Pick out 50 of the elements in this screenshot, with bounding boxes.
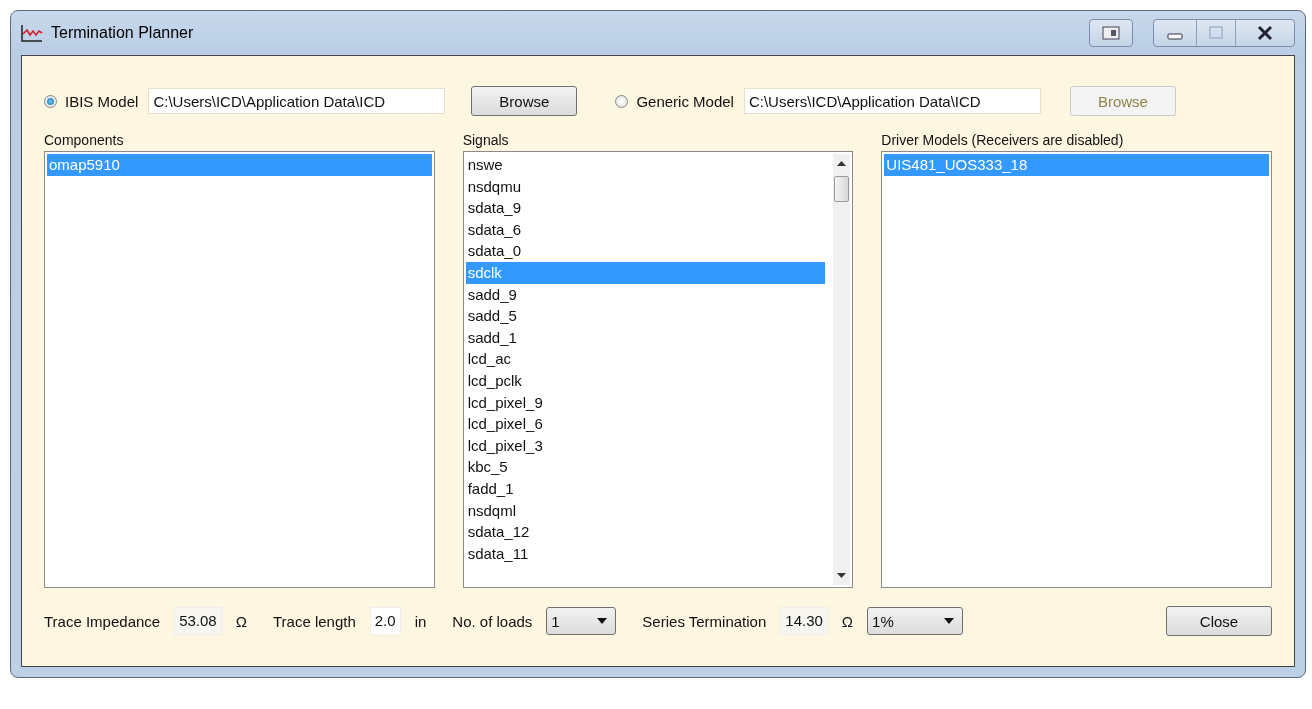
- radio-button[interactable]: [615, 94, 629, 108]
- list-item[interactable]: nsdqml: [465, 499, 826, 522]
- radio-button[interactable]: [44, 94, 57, 108]
- scroll-down-icon[interactable]: [837, 573, 847, 579]
- field-label: Series Termination: [642, 612, 767, 630]
- list-item[interactable]: sdata_9: [465, 197, 826, 219]
- list-title: Components: [44, 132, 124, 148]
- scroll-up-icon[interactable]: [837, 160, 847, 166]
- field-label: Trace length: [272, 612, 356, 630]
- number-field[interactable]: 53.08: [174, 607, 222, 635]
- dropdown-arrow-icon: [944, 618, 955, 624]
- list-title: Signals: [462, 132, 509, 148]
- dropdown-arrow-icon: [597, 618, 608, 624]
- dropdown[interactable]: 1%: [867, 607, 964, 635]
- list-item[interactable]: sadd_1: [465, 326, 826, 349]
- list-item[interactable]: sadd_9: [465, 283, 826, 306]
- list-item[interactable]: lcd_pixel_9: [465, 391, 826, 414]
- list-title: Driver Models (Receivers are disabled): [881, 132, 1124, 148]
- list-item[interactable]: sdata_6: [465, 218, 826, 241]
- radio-label: IBIS Model: [65, 92, 139, 110]
- list-box[interactable]: nswe nsdqmu sdata_9 sdata_6 sdata_0 sdclk sadd_9 sadd_5 sadd_1 lcd_ac lcd_pclk lcd_pixel_9 lcd_pixel_6 lcd_pixel_3 kbc_5 fadd_1 nsdqml sdata_12 sdata_11: [462, 151, 854, 588]
- list-item[interactable]: lcd_ac: [465, 348, 826, 370]
- unit-label: in: [414, 612, 427, 630]
- field-label: Trace Impedance: [44, 612, 161, 630]
- list-item[interactable]: sdata_12: [465, 521, 826, 543]
- list-item[interactable]: nswe: [465, 154, 826, 176]
- list-item[interactable]: lcd_pclk: [465, 369, 826, 392]
- radio-label: Generic Model: [636, 92, 734, 110]
- path-field[interactable]: C:\Users\ICD\Application Data\ICD: [743, 88, 1041, 114]
- field-label: No. of loads: [452, 612, 533, 630]
- browse-button[interactable]: Browse: [471, 86, 578, 116]
- list-item[interactable]: sadd_5: [465, 305, 826, 327]
- list-item[interactable]: lcd_pixel_6: [465, 413, 826, 435]
- list-item[interactable]: nsdqmu: [465, 175, 826, 198]
- close-button[interactable]: Close: [1166, 606, 1272, 636]
- scroll-thumb[interactable]: [834, 176, 850, 202]
- window-title: Termination Planner: [51, 24, 194, 42]
- dropdown[interactable]: 1: [546, 607, 617, 635]
- list-item[interactable]: lcd_pixel_3: [465, 434, 826, 457]
- number-field[interactable]: 2.0: [369, 607, 401, 635]
- unit-label: Ω: [235, 612, 247, 630]
- list-item[interactable]: fadd_1: [465, 477, 826, 500]
- number-field[interactable]: 14.30: [780, 607, 828, 635]
- scrollbar[interactable]: [833, 154, 851, 585]
- list-item[interactable]: sdata_0: [465, 240, 826, 262]
- list-item[interactable]: kbc_5: [465, 456, 826, 478]
- list-item[interactable]: sdata_11: [465, 542, 826, 565]
- unit-label: Ω: [841, 612, 854, 630]
- path-field[interactable]: C:\Users\ICD\Application Data\ICD: [148, 88, 446, 114]
- waveform-icon: [21, 24, 43, 42]
